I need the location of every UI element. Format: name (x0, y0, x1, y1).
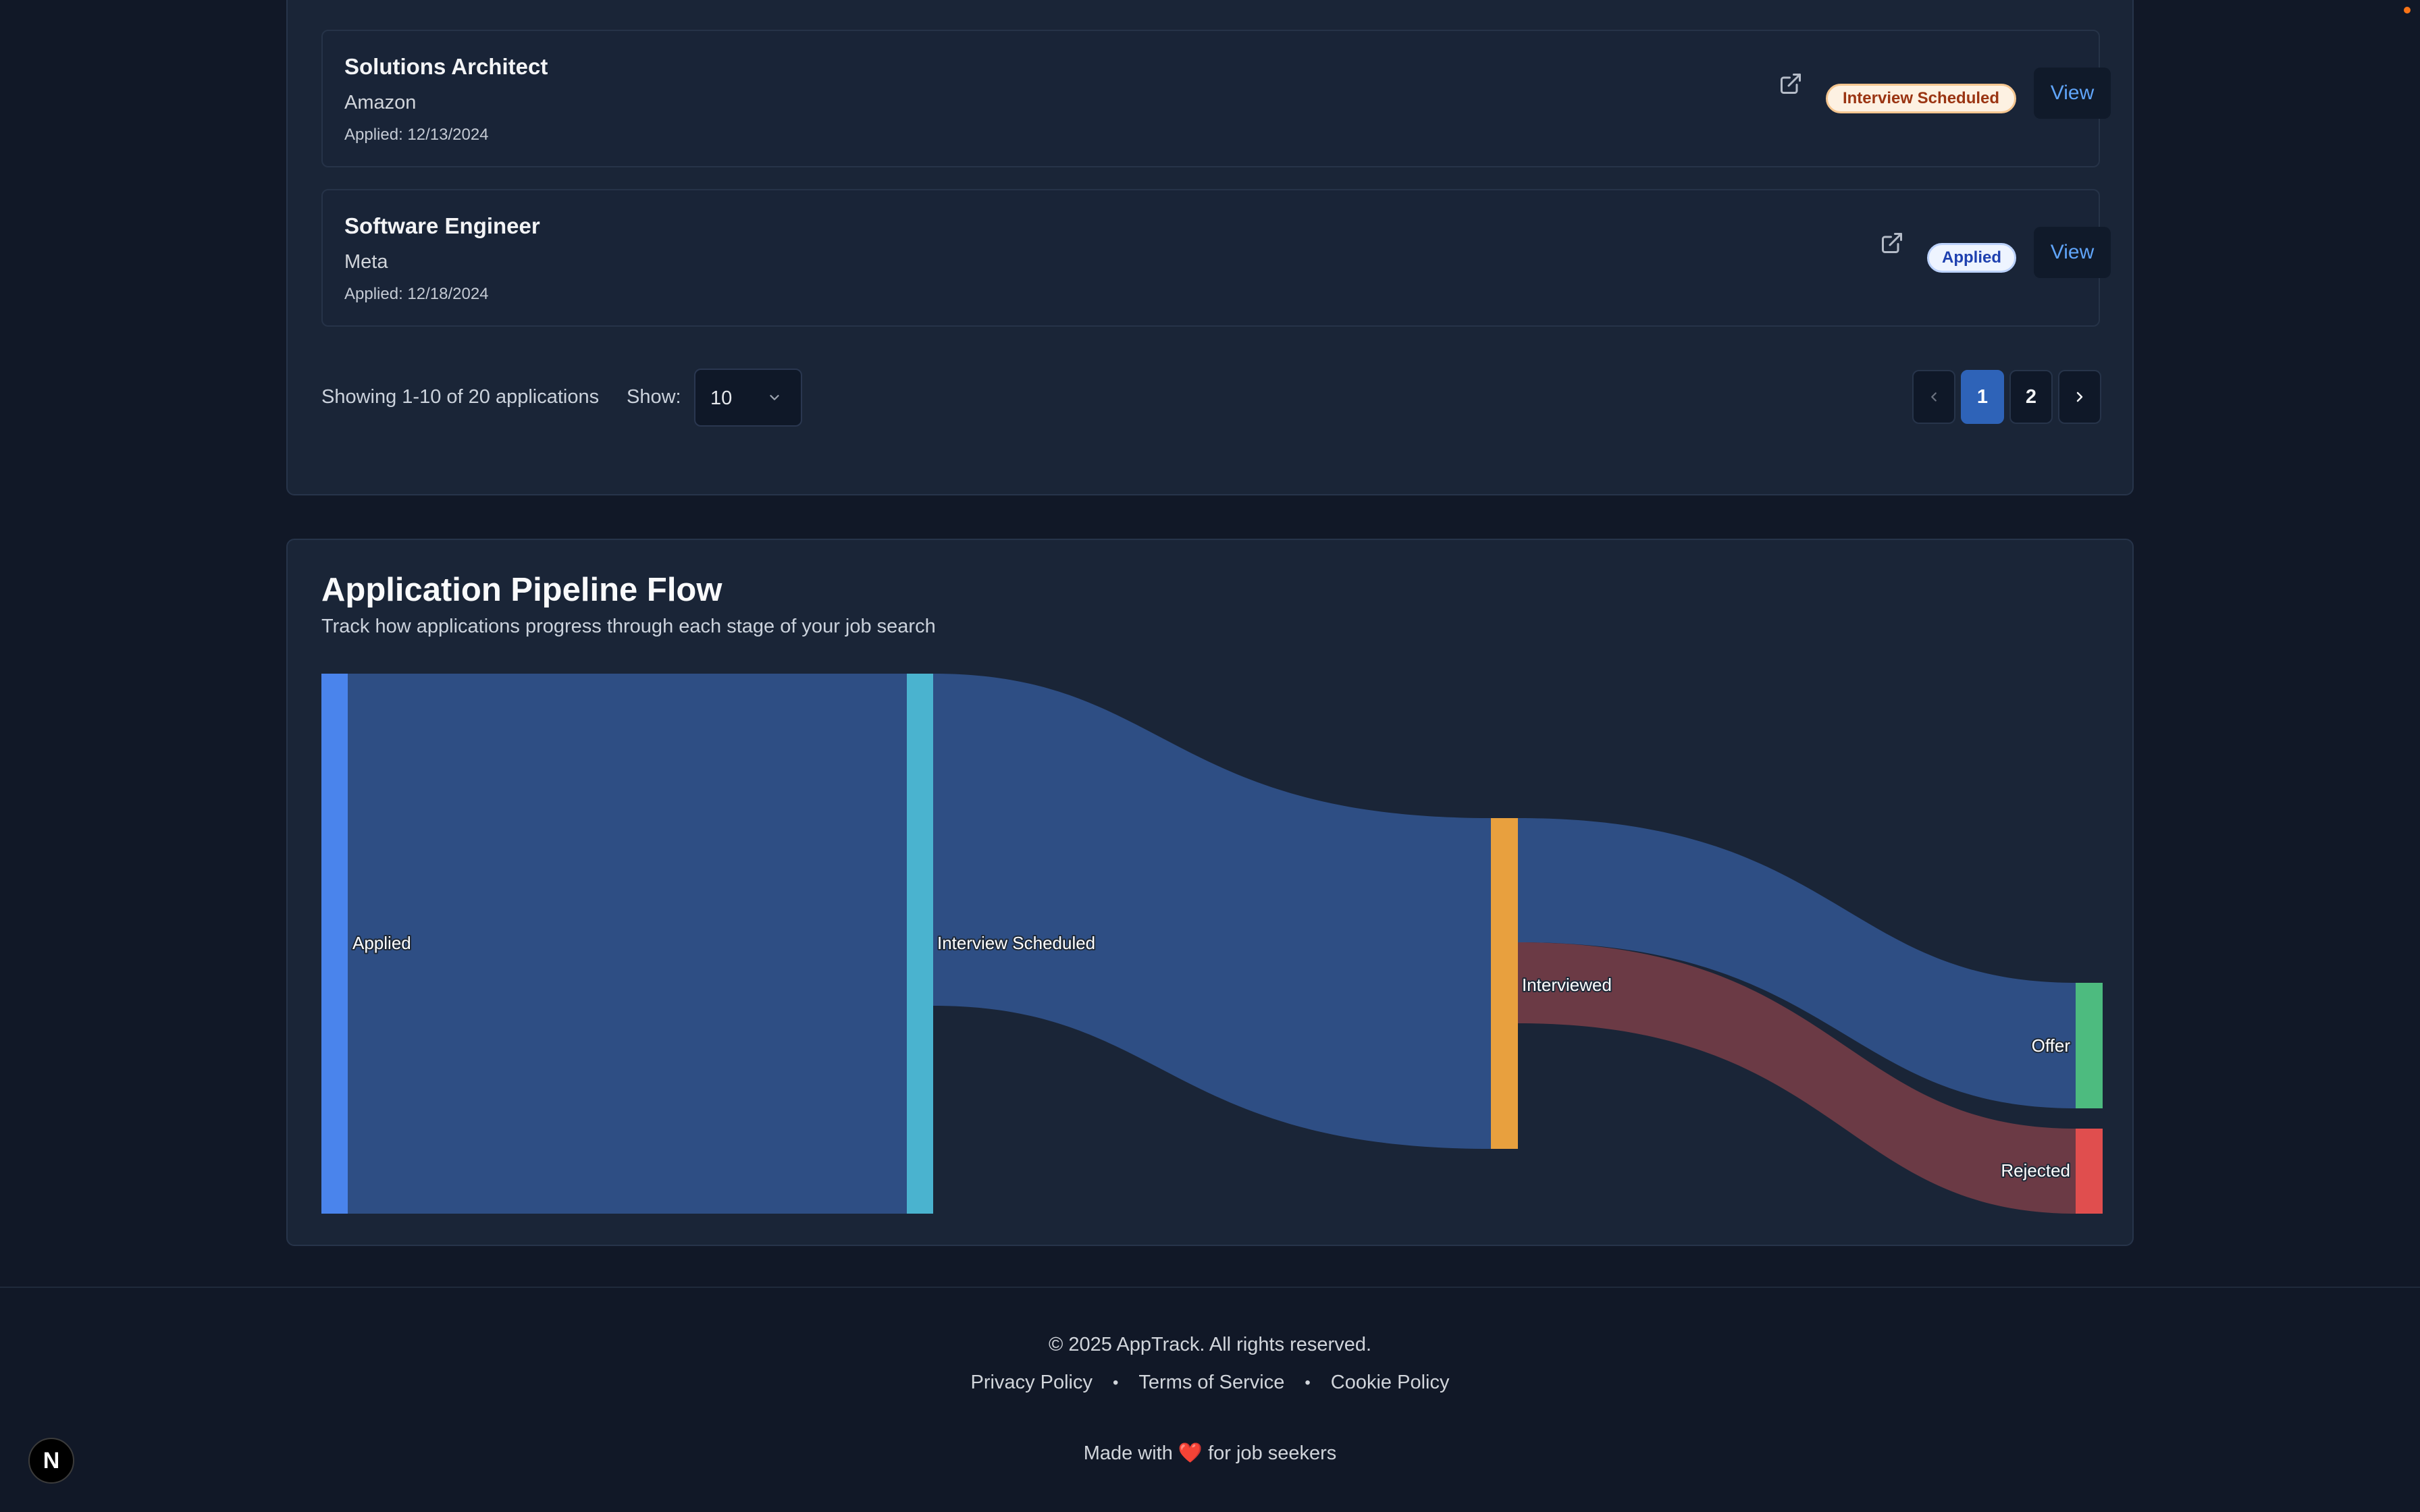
footer-separator: • (1113, 1373, 1119, 1392)
node-interview-scheduled[interactable] (907, 674, 933, 1214)
application-title: Software Engineer (344, 213, 540, 238)
footer-links: Privacy Policy • Terms of Service • Cook… (0, 1372, 2420, 1394)
prev-page-button[interactable] (1912, 370, 1955, 424)
cookie-policy-link[interactable]: Cookie Policy (1331, 1372, 1450, 1394)
footer-copyright: © 2025 AppTrack. All rights reserved. (1048, 1334, 1372, 1355)
node-interviewed[interactable] (1491, 818, 1518, 1149)
pagination-summary: Showing 1-10 of 20 applications (321, 386, 600, 408)
node-applied[interactable] (321, 674, 348, 1214)
node-rejected[interactable] (2076, 1129, 2103, 1214)
external-link-icon[interactable] (1779, 72, 1803, 96)
chevron-right-icon (2076, 392, 2083, 402)
node-label-interview-scheduled: Interview Scheduled (937, 933, 1095, 953)
page-button-1[interactable]: 1 (1961, 370, 2004, 424)
heart-icon: ❤️ (1178, 1442, 1203, 1464)
page-size-value: 10 (710, 387, 733, 409)
application-item: Solutions Architect Amazon Applied: 12/1… (321, 30, 2111, 167)
terms-of-service-link[interactable]: Terms of Service (1138, 1372, 1284, 1394)
status-badge: Applied (1927, 243, 2016, 273)
node-label-applied: Applied (352, 933, 411, 953)
application-company: Amazon (344, 92, 417, 113)
nextjs-dev-badge[interactable]: N (28, 1438, 74, 1484)
made-with-suffix: for job seekers (1208, 1442, 1337, 1464)
node-label-rejected: Rejected (2001, 1160, 2070, 1181)
footer-separator: • (1305, 1373, 1311, 1392)
page-size-label: Show: (627, 386, 681, 408)
pipeline-card: Application Pipeline Flow Track how appl… (286, 539, 2134, 1246)
page-button-2[interactable]: 2 (2009, 370, 2053, 424)
status-badge: Interview Scheduled (1826, 84, 2016, 113)
link-interview-scheduled-interviewed (933, 674, 1491, 1149)
next-page-button[interactable] (2058, 370, 2101, 424)
external-link-icon[interactable] (1880, 231, 1904, 255)
application-date: Applied: 12/13/2024 (344, 126, 489, 144)
privacy-policy-link[interactable]: Privacy Policy (971, 1372, 1093, 1394)
chevron-left-icon (1931, 392, 1937, 402)
footer-divider (0, 1287, 2420, 1288)
applications-card: Solutions Architect Amazon Applied: 12/1… (286, 0, 2134, 495)
node-label-interviewed: Interviewed (1522, 975, 1612, 995)
made-with-text: Made with ❤️ for job seekers (0, 1442, 2420, 1465)
view-button[interactable]: View (2034, 68, 2111, 119)
node-label-offer: Offer (2032, 1035, 2071, 1056)
page-size-select[interactable]: 10 (694, 369, 802, 427)
view-button[interactable]: View (2034, 227, 2111, 278)
application-title: Solutions Architect (344, 54, 548, 79)
application-item: Software Engineer Meta Applied: 12/18/20… (321, 189, 2111, 327)
application-company: Meta (344, 251, 388, 273)
pipeline-sankey-chart: Applied Interview Scheduled Interviewed … (321, 674, 2103, 1214)
application-date: Applied: 12/18/2024 (344, 285, 489, 303)
notification-dot (2404, 7, 2411, 14)
chevron-down-icon (770, 395, 779, 400)
node-offer[interactable] (2076, 983, 2103, 1108)
made-with-prefix: Made with (1083, 1442, 1173, 1464)
